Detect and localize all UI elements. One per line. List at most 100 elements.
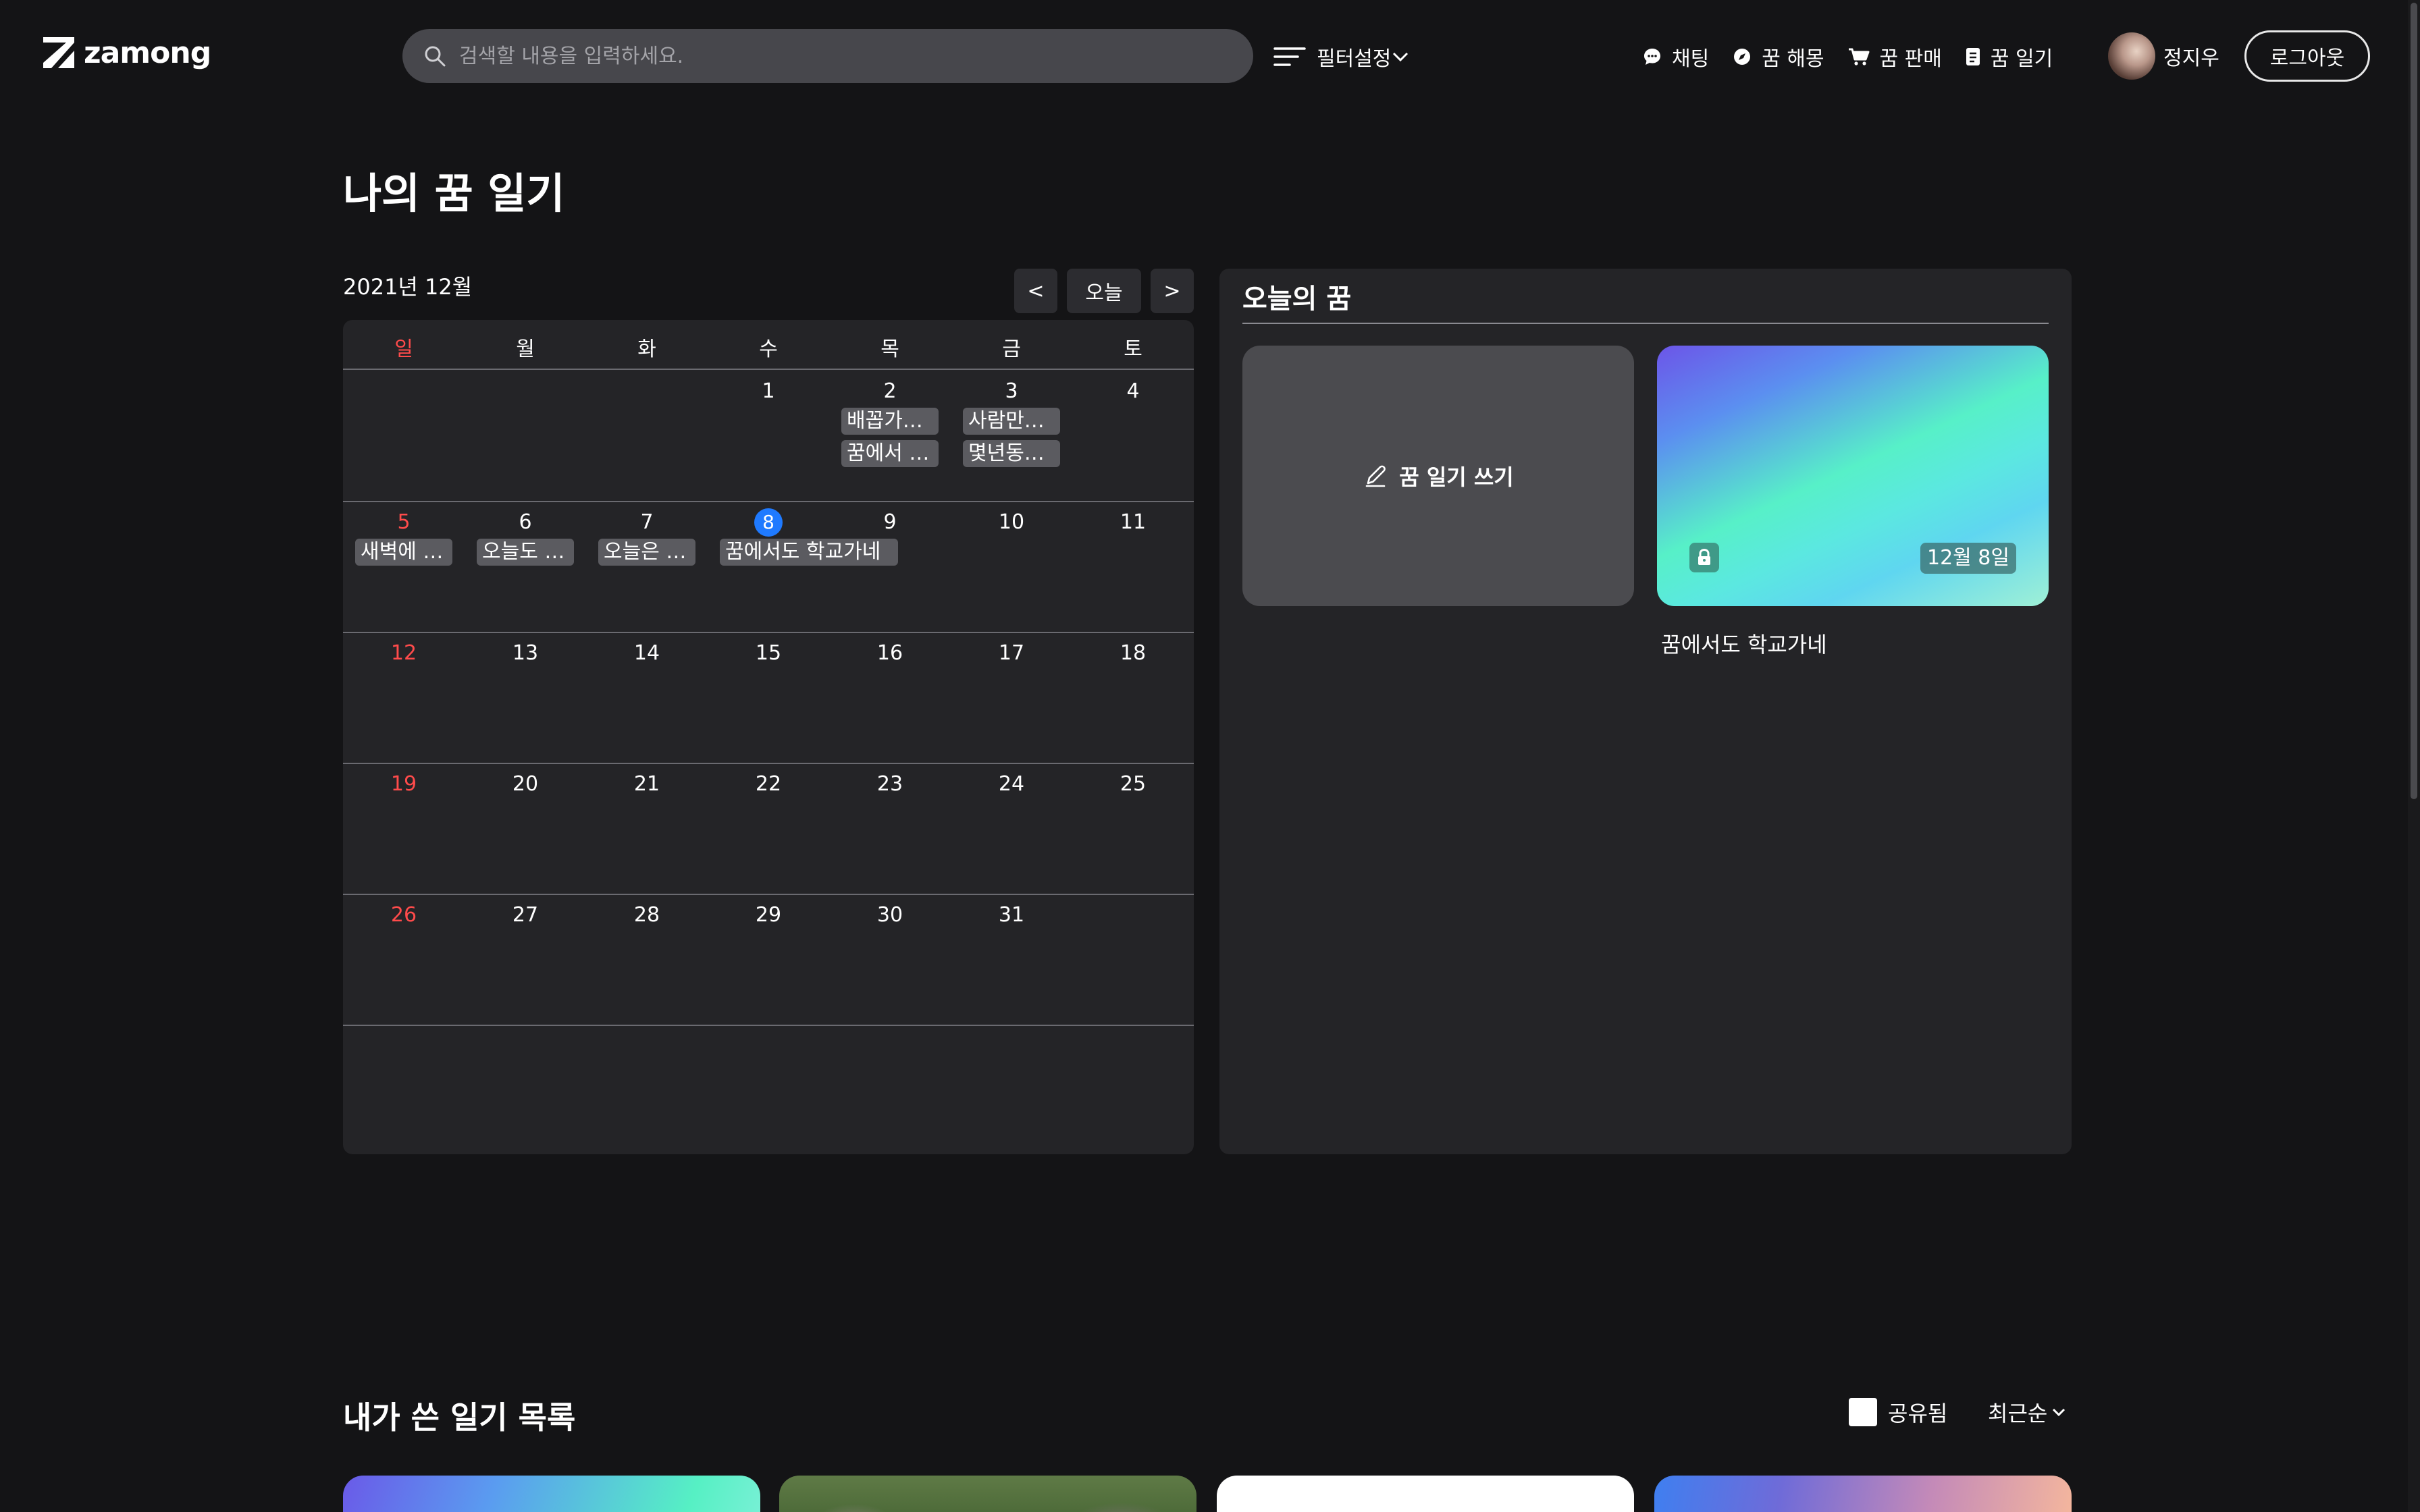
avatar[interactable] [2108, 32, 2155, 80]
weekday-wed: 수 [759, 338, 778, 361]
weekday-tue: 화 [637, 338, 656, 361]
calendar-event[interactable]: 사람만… [963, 408, 1060, 435]
today-day-marker[interactable]: 8 [754, 508, 783, 537]
calendar-day[interactable]: 18 [1072, 639, 1194, 668]
sort-label: 최근순 [1988, 1401, 2048, 1426]
calendar-day[interactable]: 9 [829, 508, 951, 537]
weekday-mon: 월 [516, 338, 535, 361]
calendar-day[interactable]: 28 [586, 900, 708, 930]
calendar-week-row: 1 2 3 4 배꼽가… 꿈에서 … 사람만… 몇년동… [343, 371, 1194, 502]
calendar-day[interactable]: 11 [1072, 508, 1194, 537]
calendar-day[interactable]: 13 [465, 639, 586, 668]
calendar-event[interactable]: 꿈에서도 학교가네 [720, 539, 898, 566]
todays-dream-card-title[interactable]: 꿈에서도 학교가네 [1661, 628, 1827, 659]
user-profile[interactable]: 정지우 [2108, 32, 2219, 80]
calendar-day[interactable]: 22 [708, 770, 829, 799]
shared-filter[interactable]: 공유됨 [1849, 1397, 1947, 1427]
calendar-weekday-header: 일 월 화 수 목 금 토 [343, 320, 1194, 370]
nav-item-dream-diary[interactable]: 꿈 일기 [1965, 42, 2053, 72]
calendar-day[interactable]: 17 [951, 639, 1072, 668]
calendar-day[interactable]: 26 [343, 900, 465, 930]
calendar-event[interactable]: 오늘도 … [477, 539, 574, 566]
today-button[interactable]: 오늘 [1067, 269, 1141, 313]
search-icon[interactable] [423, 44, 447, 68]
calendar-day[interactable]: 20 [465, 770, 586, 799]
calendar-event[interactable]: 꿈에서 … [841, 440, 939, 467]
compass-icon [1734, 49, 1751, 65]
diary-card[interactable] [343, 1476, 760, 1512]
calendar-month-label: 2021년 12월 [343, 274, 473, 300]
chevron-down-icon [2053, 1408, 2066, 1417]
zamong-logo-icon [43, 37, 74, 68]
diary-card[interactable] [1217, 1476, 1634, 1512]
my-diary-list-title: 내가 쓴 일기 목록 [343, 1399, 576, 1436]
calendar-day[interactable]: 23 [829, 770, 951, 799]
calendar-day[interactable]: 27 [465, 900, 586, 930]
calendar-week-row: 26 27 28 29 30 31 [343, 895, 1194, 1026]
nav-label-dream-sale: 꿈 판매 [1879, 47, 1942, 71]
calendar-day[interactable]: 25 [1072, 770, 1194, 799]
write-dream-diary-label: 꿈 일기 쓰기 [1399, 464, 1514, 490]
diary-card[interactable] [779, 1476, 1196, 1512]
lock-badge [1689, 543, 1719, 572]
calendar-event[interactable]: 새벽에 … [355, 539, 452, 566]
main-nav: 채팅 꿈 해몽 꿈 판매 꿈 일기 [1642, 40, 2076, 73]
calendar-week-row: 5 6 7 8 9 10 11 새벽에 … 오늘도 … 오늘은 … 꿈에서도 학… [343, 502, 1194, 633]
dream-calendar: 일 월 화 수 목 금 토 1 2 3 4 배꼽가… 꿈에서 … 사람만… 몇년… [343, 320, 1194, 1154]
weekday-sat: 토 [1124, 338, 1142, 361]
chevron-down-icon [1393, 52, 1409, 62]
nav-label-dream-interpretation: 꿈 해몽 [1762, 47, 1824, 71]
calendar-day[interactable]: 14 [586, 639, 708, 668]
calendar-day[interactable]: 10 [951, 508, 1072, 537]
calendar-day[interactable]: 3 [951, 377, 1072, 406]
calendar-day[interactable]: 19 [343, 770, 465, 799]
pencil-icon [1365, 465, 1386, 487]
filter-settings-button[interactable]: 필터설정 [1273, 40, 1410, 73]
diary-icon [1966, 48, 1980, 65]
calendar-day[interactable]: 24 [951, 770, 1072, 799]
filter-lines-icon [1273, 47, 1306, 66]
calendar-day[interactable]: 4 [1072, 377, 1194, 406]
nav-label-chat: 채팅 [1672, 47, 1710, 71]
previous-month-button[interactable]: < [1014, 269, 1057, 313]
diary-card[interactable] [1654, 1476, 2072, 1512]
calendar-day[interactable]: 29 [708, 900, 829, 930]
chat-icon [1644, 49, 1660, 65]
search-input[interactable] [459, 36, 1253, 76]
shared-checkbox-label: 공유됨 [1888, 1401, 1948, 1426]
calendar-day[interactable]: 31 [951, 900, 1072, 930]
calendar-day[interactable]: 6 [465, 508, 586, 537]
calendar-day[interactable]: 16 [829, 639, 951, 668]
calendar-day[interactable]: 2 [829, 377, 951, 406]
calendar-day[interactable]: 7 [586, 508, 708, 537]
calendar-day[interactable]: 1 [708, 377, 829, 406]
calendar-event[interactable]: 배꼽가… [841, 408, 939, 435]
calendar-day[interactable]: 5 [343, 508, 465, 537]
cart-icon [1848, 48, 1870, 65]
scrollbar-thumb[interactable] [2411, 3, 2417, 799]
write-dream-diary-button[interactable]: 꿈 일기 쓰기 [1242, 346, 1634, 606]
lock-icon [1698, 549, 1710, 565]
calendar-day[interactable]: 15 [708, 639, 829, 668]
sort-dropdown[interactable]: 최근순 [1988, 1397, 2066, 1427]
divider [1242, 323, 2049, 324]
nav-item-dream-sale[interactable]: 꿈 판매 [1847, 42, 1942, 72]
page-title: 나의 꿈 일기 [343, 169, 565, 218]
page-scrollbar[interactable] [2408, 0, 2420, 1512]
next-month-button[interactable]: > [1151, 269, 1194, 313]
calendar-week-row: 12 13 14 15 16 17 18 [343, 633, 1194, 764]
todays-dream-title: 오늘의 꿈 [1242, 284, 1352, 315]
zamong-logo[interactable]: zamong [42, 35, 211, 70]
shared-checkbox[interactable] [1849, 1398, 1877, 1426]
calendar-day[interactable]: 30 [829, 900, 951, 930]
nav-item-dream-interpretation[interactable]: 꿈 해몽 [1732, 42, 1824, 72]
nav-item-chat[interactable]: 채팅 [1642, 42, 1709, 72]
calendar-day[interactable]: 21 [586, 770, 708, 799]
nav-label-dream-diary: 꿈 일기 [1990, 47, 2053, 71]
calendar-event[interactable]: 오늘은 … [598, 539, 695, 566]
weekday-thu: 목 [880, 338, 899, 361]
calendar-day[interactable]: 12 [343, 639, 465, 668]
logout-button[interactable]: 로그아웃 [2244, 30, 2370, 82]
todays-dream-card[interactable]: 12월 8일 [1657, 346, 2049, 606]
calendar-event[interactable]: 몇년동… [963, 440, 1060, 467]
